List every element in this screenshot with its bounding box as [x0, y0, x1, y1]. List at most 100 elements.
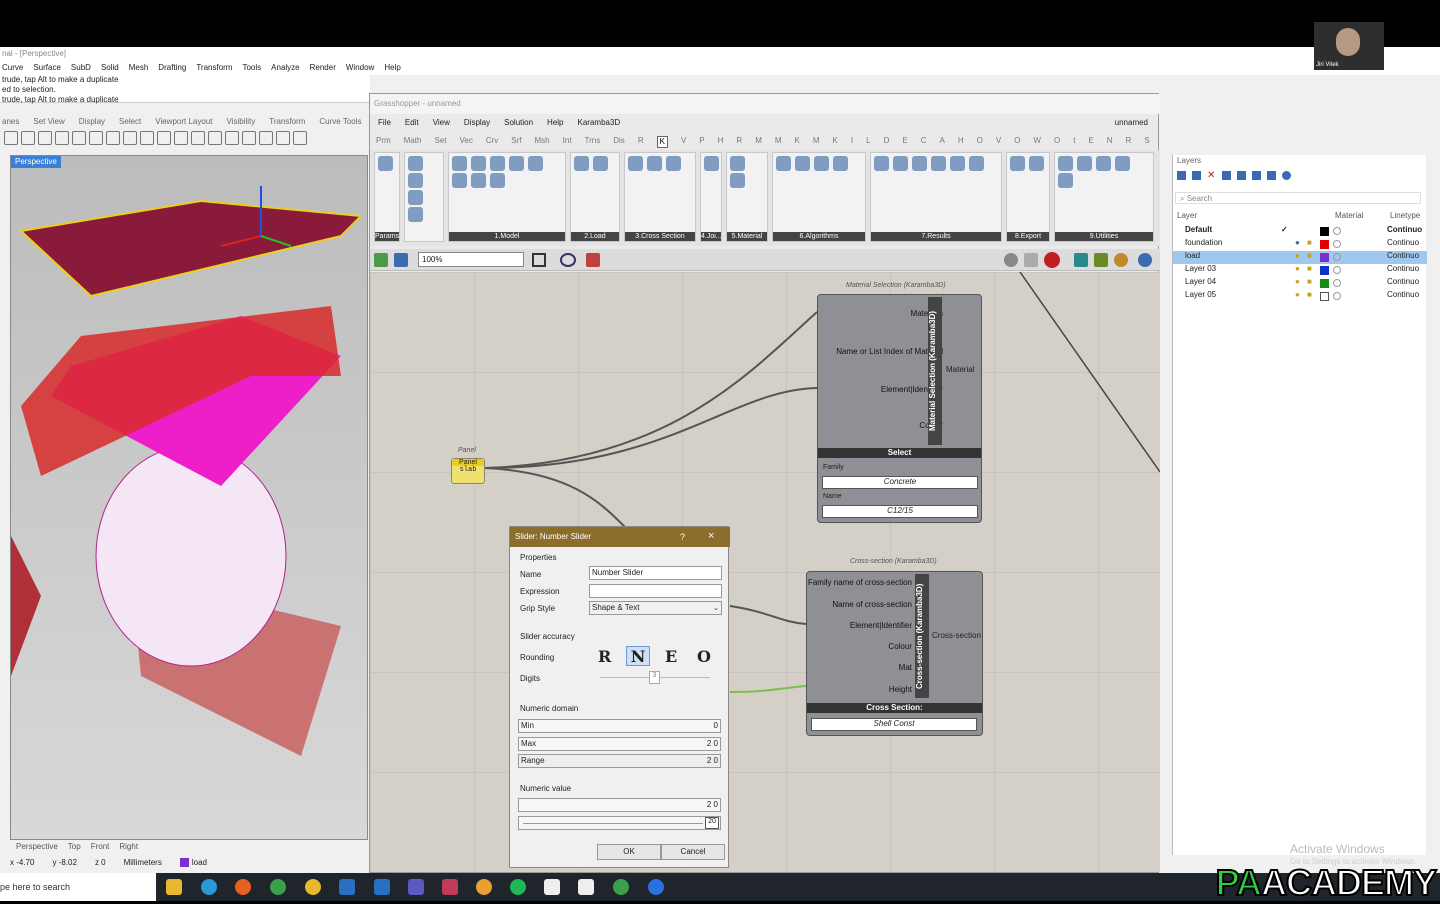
min-field[interactable]: Min 0 — [518, 719, 721, 733]
menu-subd[interactable]: SubD — [71, 63, 91, 73]
tab-planes[interactable]: anes — [2, 117, 19, 129]
save-icon[interactable] — [394, 253, 408, 267]
layer-color-swatch[interactable] — [1320, 279, 1329, 288]
component-icon[interactable] — [969, 156, 984, 171]
input-family-name[interactable]: Family name of cross-section — [808, 578, 912, 587]
tool-icon[interactable] — [89, 131, 103, 145]
component-icon[interactable] — [452, 173, 467, 188]
gh-tab[interactable]: C — [921, 136, 927, 148]
tab-select[interactable]: Select — [119, 117, 141, 129]
component-icon[interactable] — [490, 173, 505, 188]
lock-icon[interactable]: ■ — [1307, 290, 1312, 299]
lock-icon[interactable]: ■ — [1307, 238, 1312, 247]
rounding-r-button[interactable]: R — [598, 647, 611, 666]
gh-tab[interactable]: K — [656, 136, 668, 148]
preview-selected-icon[interactable] — [1044, 252, 1060, 268]
gh-tab[interactable]: W — [1033, 136, 1041, 148]
component-icon[interactable] — [776, 156, 791, 171]
menu-drafting[interactable]: Drafting — [158, 63, 186, 73]
gh-tab[interactable]: M — [755, 136, 762, 148]
filter-icon[interactable] — [1252, 171, 1261, 180]
visible-bulb-icon[interactable]: ● — [1295, 277, 1300, 286]
gh-menu-display[interactable]: Display — [464, 118, 490, 128]
gh-tab[interactable]: N — [1107, 136, 1113, 148]
max-field[interactable]: Max 2 0 — [518, 737, 721, 751]
component-icon[interactable] — [378, 156, 393, 171]
gh-tab[interactable]: t — [1073, 136, 1075, 148]
component-icon[interactable] — [528, 156, 543, 171]
component-icon[interactable] — [593, 156, 608, 171]
chrome-icon[interactable] — [613, 879, 629, 895]
app-icon[interactable] — [476, 879, 492, 895]
component-icon[interactable] — [833, 156, 848, 171]
tool-icon[interactable] — [225, 131, 239, 145]
preview-mesh-icon[interactable] — [1024, 253, 1038, 267]
menu-transform[interactable]: Transform — [196, 63, 232, 73]
menu-curve[interactable]: Curve — [2, 63, 23, 73]
layer-row[interactable]: Default ✓ Continuo — [1173, 225, 1427, 238]
help-icon[interactable] — [1282, 171, 1291, 180]
settings-icon[interactable] — [1138, 253, 1152, 267]
tool-icon[interactable] — [140, 131, 154, 145]
component-icon[interactable] — [647, 156, 662, 171]
component-icon[interactable] — [1096, 156, 1111, 171]
component-icon[interactable] — [408, 173, 423, 188]
component-icon[interactable] — [1058, 156, 1073, 171]
slider-grip[interactable]: 20 — [705, 817, 719, 829]
zoom-icon[interactable] — [648, 879, 664, 895]
gh-tab[interactable]: O — [1054, 136, 1060, 148]
name-input[interactable]: Number Slider — [589, 566, 722, 580]
component-icon[interactable] — [628, 156, 643, 171]
gh-menu-karamba[interactable]: Karamba3D — [578, 118, 621, 128]
cancel-button[interactable]: Cancel — [661, 844, 725, 860]
rounding-n-button[interactable]: N — [626, 646, 650, 666]
spotify-icon[interactable] — [510, 879, 526, 895]
gh-tab[interactable]: A — [939, 136, 944, 148]
component-icon[interactable] — [1029, 156, 1044, 171]
lock-icon[interactable]: ■ — [1307, 264, 1312, 273]
input-height[interactable]: Height — [889, 685, 912, 694]
layer-linetype[interactable]: Continuo — [1387, 225, 1422, 234]
component-icon[interactable] — [704, 156, 719, 171]
tab-visibility[interactable]: Visibility — [227, 117, 256, 129]
visible-bulb-icon[interactable]: ● — [1295, 290, 1300, 299]
gh-tab[interactable]: M — [775, 136, 782, 148]
layer-linetype[interactable]: Continuo — [1387, 238, 1419, 247]
component-icon[interactable] — [893, 156, 908, 171]
zoom-extents-icon[interactable] — [532, 253, 546, 267]
delete-icon[interactable]: ✕ — [1207, 171, 1216, 181]
chrome-icon[interactable] — [270, 879, 286, 895]
component-icon[interactable] — [931, 156, 946, 171]
component-icon[interactable] — [408, 207, 423, 222]
component-icon[interactable] — [408, 156, 423, 171]
tool-icon[interactable] — [4, 131, 18, 145]
firefox-icon[interactable] — [235, 879, 251, 895]
teams-icon[interactable] — [408, 879, 424, 895]
viewport-tab-right[interactable]: Right — [119, 842, 138, 854]
lock-icon[interactable]: ■ — [1307, 251, 1312, 260]
new-sublayer-icon[interactable] — [1192, 171, 1201, 180]
gh-tab[interactable]: K — [833, 136, 838, 148]
lock-icon[interactable]: ■ — [1307, 277, 1312, 286]
app-icon[interactable] — [374, 879, 390, 895]
tool-icon[interactable] — [191, 131, 205, 145]
gh-tab[interactable]: Vec — [459, 136, 472, 148]
layer-linetype[interactable]: Continuo — [1387, 264, 1419, 273]
input-section-name[interactable]: Name of cross-section — [832, 600, 912, 609]
layer-linetype[interactable]: Continuo — [1387, 277, 1419, 286]
cross-section-component[interactable]: Family name of cross-section Name of cro… — [806, 571, 983, 736]
layer-color-swatch[interactable] — [1320, 253, 1329, 262]
visible-bulb-icon[interactable]: ● — [1295, 264, 1300, 273]
visible-bulb-icon[interactable]: ● — [1295, 238, 1300, 247]
gh-tab[interactable]: Crv — [486, 136, 498, 148]
layer-color-swatch[interactable] — [1320, 292, 1329, 301]
tool-icon[interactable] — [38, 131, 52, 145]
menu-help[interactable]: Help — [384, 63, 400, 73]
open-icon[interactable] — [374, 253, 388, 267]
tab-curve-tools[interactable]: Curve Tools — [319, 117, 361, 129]
component-icon[interactable] — [471, 173, 486, 188]
viewport-tab-front[interactable]: Front — [91, 842, 110, 854]
viewport-label[interactable]: Perspective — [11, 156, 61, 168]
gh-tab[interactable]: O — [977, 136, 983, 148]
file-explorer-icon[interactable] — [166, 879, 182, 895]
